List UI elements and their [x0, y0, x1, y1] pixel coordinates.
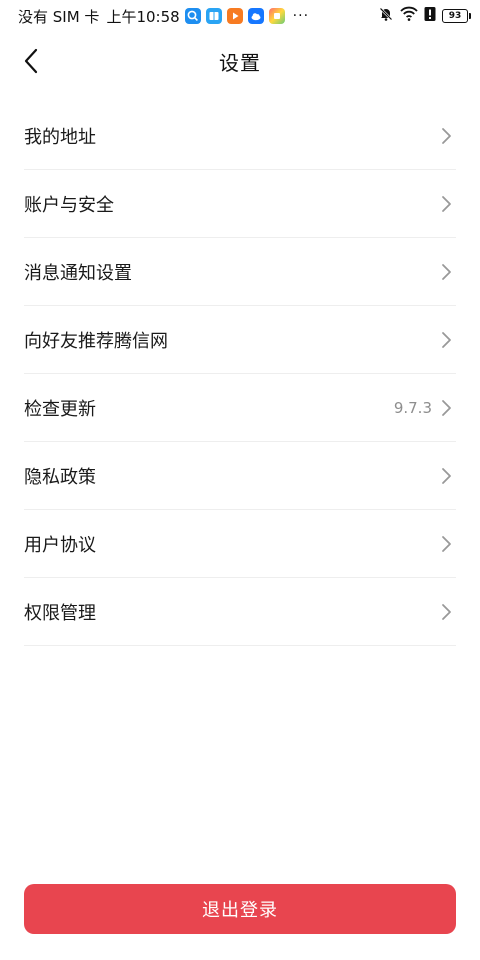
item-right: [440, 195, 456, 213]
version-value: 9.7.3: [393, 398, 432, 417]
status-time: 上午10:58: [106, 7, 180, 26]
chevron-right-icon: [442, 195, 451, 212]
item-label: 向好友推荐腾信网: [24, 330, 168, 352]
nav-bar: 设置: [0, 32, 480, 90]
settings-list: 我的地址 账户与安全 消息通知设置 向好友推荐腾信网 检查更新 9.7.3 隐私…: [24, 102, 456, 646]
logout-button[interactable]: 退出登录: [24, 884, 456, 934]
book-app-icon: [205, 8, 222, 24]
settings-item-user-agreement[interactable]: 用户协议: [24, 510, 456, 578]
item-label: 权限管理: [24, 602, 96, 624]
chevron-left-icon: [24, 48, 38, 74]
carrier-text: 没有 SIM 卡: [18, 7, 100, 26]
battery-level: 93: [448, 10, 462, 21]
item-label: 我的地址: [24, 126, 96, 148]
chevron-right-icon: [442, 263, 451, 280]
cloud-app-icon: [247, 8, 264, 24]
wifi-icon: [400, 6, 418, 26]
item-right: [440, 127, 456, 145]
settings-item-check-update[interactable]: 检查更新 9.7.3: [24, 374, 456, 442]
item-label: 隐私政策: [24, 466, 96, 488]
logout-label: 退出登录: [202, 900, 278, 921]
puzzle-app-icon: [268, 8, 285, 24]
settings-item-privacy-policy[interactable]: 隐私政策: [24, 442, 456, 510]
chevron-right-icon: [442, 331, 451, 348]
status-right: 93: [378, 6, 471, 26]
settings-item-address[interactable]: 我的地址: [24, 102, 456, 170]
chevron-right-icon: [442, 535, 451, 552]
settings-item-recommend[interactable]: 向好友推荐腾信网: [24, 306, 456, 374]
battery-icon: 93: [442, 9, 471, 23]
status-bar: 没有 SIM 卡 上午10:58 ··· 93: [0, 0, 480, 32]
mute-bell-icon: [378, 6, 394, 26]
chevron-right-icon: [442, 603, 451, 620]
item-label: 账户与安全: [24, 194, 114, 216]
item-right: [440, 467, 456, 485]
item-right: 9.7.3: [394, 399, 456, 417]
item-label: 检查更新: [24, 398, 96, 420]
item-label: 用户协议: [24, 534, 96, 556]
search-app-icon: [184, 8, 201, 24]
chevron-right-icon: [442, 399, 451, 416]
alert-icon: [424, 6, 436, 26]
video-app-icon: [226, 8, 243, 24]
item-right: [440, 535, 456, 553]
item-right: [440, 263, 456, 281]
chevron-right-icon: [442, 127, 451, 144]
settings-screen: 没有 SIM 卡 上午10:58 ··· 93 设置 我的地址 账户与安全 消息…: [0, 0, 480, 960]
settings-item-notifications[interactable]: 消息通知设置: [24, 238, 456, 306]
status-left: 没有 SIM 卡 上午10:58 ···: [18, 6, 309, 27]
page-title: 设置: [219, 50, 261, 75]
item-label: 消息通知设置: [24, 262, 132, 284]
item-right: [440, 331, 456, 349]
back-button[interactable]: [14, 44, 48, 78]
settings-item-account-security[interactable]: 账户与安全: [24, 170, 456, 238]
item-right: [440, 603, 456, 621]
chevron-right-icon: [442, 467, 451, 484]
settings-item-permissions[interactable]: 权限管理: [24, 578, 456, 646]
status-more: ···: [292, 8, 310, 24]
